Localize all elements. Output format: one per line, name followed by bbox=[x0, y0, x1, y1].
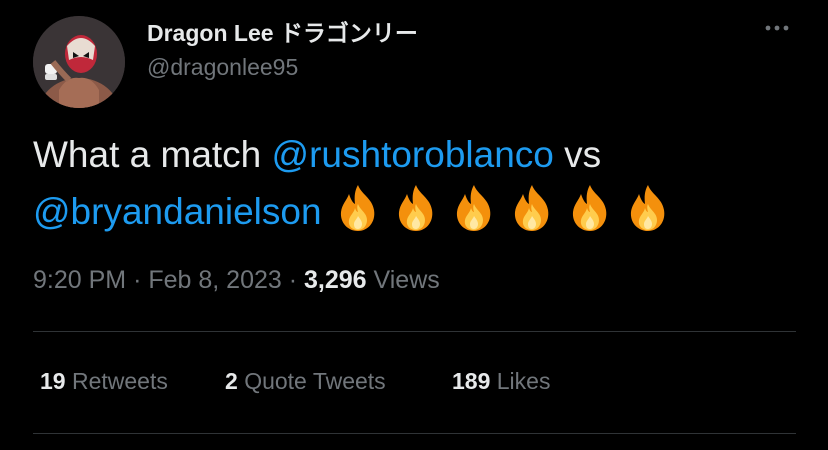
meta-separator: · bbox=[133, 266, 142, 294]
quotes-count: 2 bbox=[225, 368, 238, 394]
more-options-button[interactable] bbox=[760, 16, 800, 40]
mention-rushtoroblanco[interactable]: @rushtoroblanco bbox=[272, 134, 554, 175]
quote-tweets-stat[interactable]: 2 Quote Tweets bbox=[225, 368, 386, 395]
divider bbox=[33, 433, 796, 434]
divider bbox=[33, 331, 796, 332]
retweets-count: 19 bbox=[40, 368, 66, 394]
tweet-meta: 9:20 PM · Feb 8, 2023 · 3,296 Views bbox=[33, 266, 440, 295]
author-handle[interactable]: @dragonlee95 bbox=[147, 54, 298, 81]
fire-icon bbox=[390, 182, 442, 234]
fire-icon bbox=[332, 182, 384, 234]
tweet-text: What a match @rushtoroblanco vs @bryanda… bbox=[33, 128, 803, 249]
tweet-time[interactable]: 9:20 PM bbox=[33, 266, 126, 294]
author-name[interactable]: Dragon Lee ドラゴンリー bbox=[147, 14, 418, 48]
fire-emoji-row bbox=[332, 182, 680, 249]
more-icon bbox=[765, 25, 789, 31]
fire-icon bbox=[564, 182, 616, 234]
fire-icon bbox=[448, 182, 500, 234]
likes-label: Likes bbox=[496, 368, 551, 394]
fire-icon bbox=[506, 182, 558, 234]
quotes-label: Quote Tweets bbox=[244, 368, 386, 394]
views-count[interactable]: 3,296 bbox=[304, 266, 367, 294]
likes-stat[interactable]: 189 Likes bbox=[452, 368, 550, 395]
tweet-text-vs: vs bbox=[553, 134, 602, 175]
likes-count: 189 bbox=[452, 368, 491, 394]
mention-bryandanielson[interactable]: @bryandanielson bbox=[33, 191, 322, 232]
retweets-stat[interactable]: 19 Retweets bbox=[40, 368, 168, 395]
retweets-label: Retweets bbox=[71, 368, 168, 394]
views-label[interactable]: Views bbox=[374, 266, 440, 294]
avatar-image bbox=[33, 16, 125, 108]
fire-icon bbox=[622, 182, 674, 234]
tweet-date[interactable]: Feb 8, 2023 bbox=[148, 266, 281, 294]
tweet-text-lead: What a match bbox=[33, 134, 272, 175]
avatar[interactable] bbox=[33, 16, 125, 108]
meta-separator: · bbox=[288, 266, 298, 294]
